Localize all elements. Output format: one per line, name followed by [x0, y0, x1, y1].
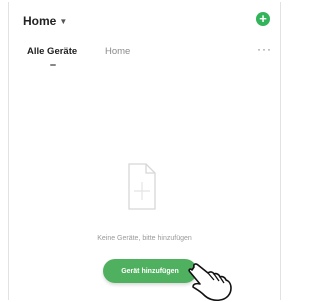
pointing-hand-icon — [188, 263, 232, 302]
add-device-label: Gerät hinzufügen — [121, 267, 179, 275]
more-horizontal-icon[interactable]: ··· — [257, 42, 272, 56]
home-selector[interactable]: Home ▼ — [23, 14, 67, 28]
app-screen: Home ▼ + Alle Geräte Home ··· Keine Gerä… — [8, 2, 281, 300]
tab-home[interactable]: Home — [105, 46, 130, 57]
chevron-down-icon: ▼ — [59, 16, 68, 26]
plus-circle-icon[interactable]: + — [256, 12, 270, 26]
empty-state-text: Keine Geräte, bitte hinzufügen — [97, 235, 192, 242]
active-tab-indicator — [50, 64, 56, 66]
tab-alle-geraete[interactable]: Alle Geräte — [27, 46, 77, 57]
empty-document-icon — [128, 163, 156, 210]
room-tabs: Alle Geräte Home ··· — [9, 42, 280, 72]
home-title: Home — [23, 14, 57, 28]
top-bar: Home ▼ + — [9, 8, 280, 32]
add-device-button[interactable]: Gerät hinzufügen — [103, 259, 197, 283]
